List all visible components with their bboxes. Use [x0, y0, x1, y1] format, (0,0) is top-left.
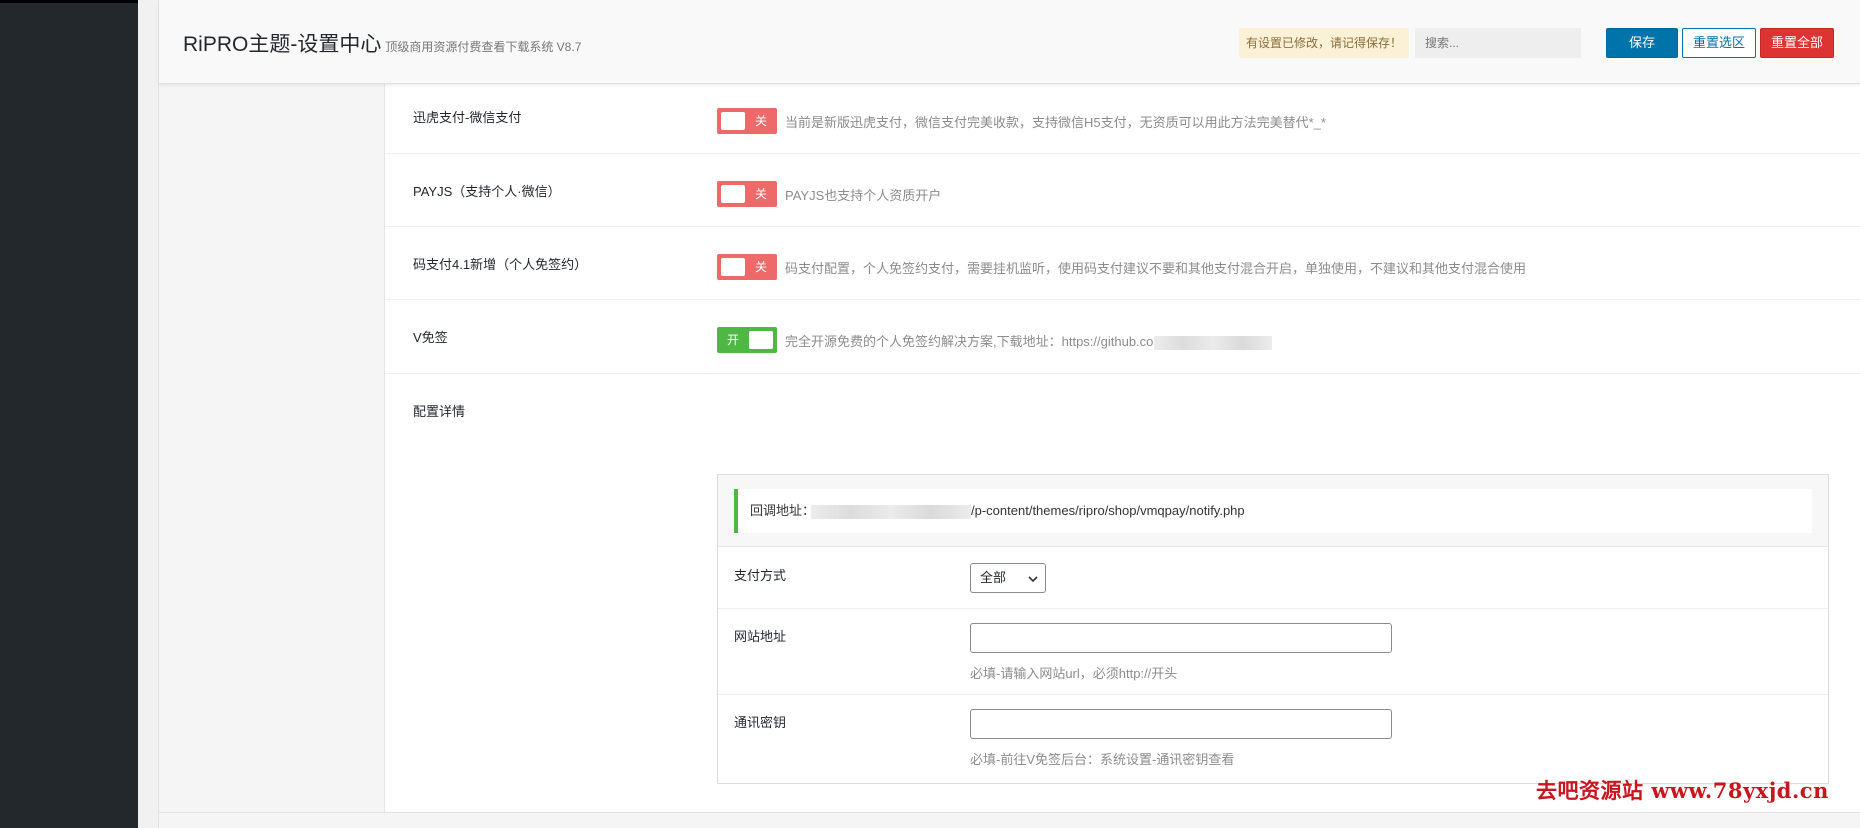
field-label: 配置详情 [413, 404, 466, 419]
field-label: 码支付4.1新增（个人免签约） [413, 257, 588, 272]
switch-state-text: 关 [754, 187, 767, 201]
options-header: RiPRO主题-设置中心 顶级商用资源付费查看下载系统 V8.7 有设置已修改，请… [159, 0, 1860, 84]
field-label: 迅虎支付-微信支付 [413, 110, 522, 125]
pay-method-value: 全部 [980, 570, 1007, 585]
reset-all-button[interactable]: 重置全部 [1760, 28, 1834, 58]
callback-label: 回调地址： [750, 503, 816, 518]
toggle-switch[interactable]: 开 [717, 327, 777, 353]
switch-knob [721, 112, 745, 130]
wp-admin-menu [0, 0, 138, 828]
reset-section-button[interactable]: 重置选区 [1682, 28, 1756, 58]
page-title-text: RiPRO主题-设置中心 [183, 33, 382, 56]
watermark: 去吧资源站 www.78yxjd.cn [1536, 778, 1829, 803]
secret-key-help: 必填-前往V免签后台：系统设置-通讯密钥查看 [970, 752, 1235, 767]
switch-knob [721, 185, 745, 203]
secret-key-input[interactable] [970, 709, 1392, 739]
secret-key-field: 通讯密钥 必填-前往V免签后台：系统设置-通讯密钥查看 [718, 695, 1828, 783]
field-label: V免签 [413, 330, 448, 345]
field-description: 码支付配置，个人免签约支付，需要挂机监听，使用码支付建议不要和其他支付混合开启，… [785, 261, 1527, 276]
admin-content: RiPRO主题-设置中心 顶级商用资源付费查看下载系统 V8.7 有设置已修改，请… [138, 0, 1860, 828]
site-url-field: 网站地址 必填-请输入网站url，必须http://开头 [718, 609, 1828, 695]
unsaved-notice: 有设置已修改，请记得保存！ [1239, 28, 1409, 58]
field-description-text: 完全开源免费的个人免签约解决方案,下载地址：https://github.cor [785, 334, 1158, 349]
save-button[interactable]: 保存 [1606, 28, 1678, 58]
callback-notice: 回调地址： /p-content/themes/ripro/shop/vmqpay… [734, 489, 1812, 533]
switch-state-text: 开 [727, 333, 740, 347]
admin-bar-edge [0, 0, 138, 3]
toggle-switch[interactable]: 关 [717, 181, 777, 207]
toggle-switch[interactable]: 关 [717, 108, 777, 134]
toggle-switch[interactable]: 关 [717, 254, 777, 280]
page-title: RiPRO主题-设置中心 顶级商用资源付费查看下载系统 V8.7 [183, 28, 581, 58]
page-subtitle: 顶级商用资源付费查看下载系统 V8.7 [385, 40, 582, 54]
switch-knob [749, 331, 773, 349]
field-codepay: 码支付4.1新增（个人免签约） 关 码支付配置，个人免签约支付，需要挂机监听，使… [385, 227, 1860, 300]
callback-path: /p-content/themes/ripro/shop/vmqpay/noti… [971, 503, 1245, 518]
chevron-down-icon [1028, 576, 1038, 583]
options-fields: 迅虎支付-微信支付 关 当前是新版迅虎支付，微信支付完美收款，支持微信H5支付，… [385, 84, 1860, 812]
field-vmq: V免签 开 完全开源免费的个人免签约解决方案,下载地址：https://gith… [385, 300, 1860, 374]
options-panel: RiPRO主题-设置中心 顶级商用资源付费查看下载系统 V8.7 有设置已修改，请… [158, 0, 1860, 828]
secret-key-label: 通讯密钥 [734, 715, 787, 730]
field-description: PAYJS也支持个人资质开户 [785, 188, 942, 203]
field-label: PAYJS（支持个人·微信） [413, 184, 561, 199]
field-description: 完全开源免费的个人免签约解决方案,下载地址：https://github.cor [785, 331, 1272, 350]
options-body: 迅虎支付-微信支付 关 当前是新版迅虎支付，微信支付完美收款，支持微信H5支付，… [159, 84, 1860, 828]
pay-method-label: 支付方式 [734, 568, 787, 583]
pay-method-field: 支付方式 全部 [718, 547, 1828, 609]
field-xunhu-wechat: 迅虎支付-微信支付 关 当前是新版迅虎支付，微信支付完美收款，支持微信H5支付，… [385, 84, 1860, 154]
options-nav [159, 84, 385, 812]
switch-state-text: 关 [754, 114, 767, 128]
config-fieldset: 回调地址： /p-content/themes/ripro/shop/vmqpay… [717, 474, 1829, 784]
options-search-input[interactable] [1415, 28, 1581, 58]
field-description: 当前是新版迅虎支付，微信支付完美收款，支持微信H5支付，无资质可以用此方法完美替… [785, 115, 1326, 130]
redacted-domain [811, 504, 972, 519]
pay-method-select[interactable]: 全部 [970, 563, 1046, 593]
redacted-url [1153, 335, 1272, 350]
site-url-label: 网站地址 [734, 629, 787, 644]
site-url-input[interactable] [970, 623, 1392, 653]
callback-notice-wrap: 回调地址： /p-content/themes/ripro/shop/vmqpay… [718, 475, 1828, 547]
field-payjs: PAYJS（支持个人·微信） 关 PAYJS也支持个人资质开户 [385, 154, 1860, 227]
site-url-help: 必填-请输入网站url，必须http://开头 [970, 666, 1178, 681]
options-footer [159, 812, 1860, 828]
switch-state-text: 关 [754, 260, 767, 274]
switch-knob [721, 258, 745, 276]
